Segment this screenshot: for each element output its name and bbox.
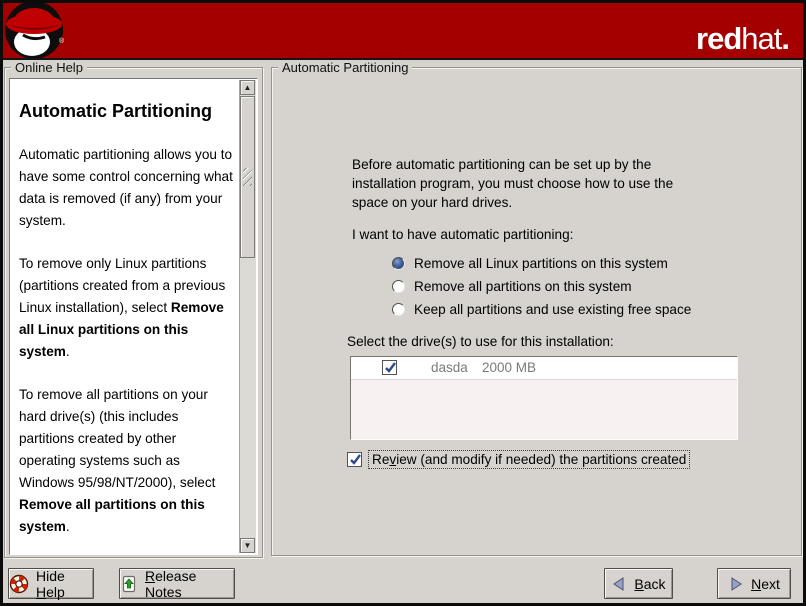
scroll-up-icon[interactable]: ▲ [240,80,255,95]
radio-remove-linux[interactable]: Remove all Linux partitions on this syst… [392,254,668,273]
brand-hat: hat [741,21,781,56]
scrollbar-grip [243,168,252,186]
radio-icon[interactable] [392,303,405,316]
online-help-legend: Online Help [11,60,87,75]
help-paragraph: To remove only Linux partitions (partiti… [19,253,234,363]
help-title: Automatic Partitioning [19,99,234,123]
help-content: Automatic Partitioning Automatic partiti… [10,79,240,554]
release-notes-label: Release Notes [145,568,234,600]
drive-checkbox[interactable] [382,360,397,375]
radio-remove-all[interactable]: Remove all partitions on this system [392,277,632,296]
installer-window: ® redhat. Online Help Automatic Partitio… [0,0,806,606]
review-partitions-checkbox-row[interactable]: Review (and modify if needed) the partit… [347,451,689,468]
brand-red: red [696,21,741,56]
hide-help-label: Hide Help [36,568,93,600]
radio-selected-icon[interactable] [392,257,405,270]
drive-select-label: Select the drive(s) to use for this inst… [347,332,614,351]
svg-text:®: ® [59,37,65,45]
next-label: Next [751,576,780,592]
help-paragraph: To remove all partitions on your hard dr… [19,384,234,538]
next-arrow-icon [728,576,744,592]
drive-list[interactable]: dasda 2000 MB [350,356,738,440]
drive-row-dasda[interactable]: dasda 2000 MB [351,357,737,380]
release-notes-icon [120,575,138,593]
redhat-wordmark: redhat. [696,23,789,54]
brand-period: . [781,21,789,56]
intro-text: Before automatic partitioning can be set… [352,155,697,212]
checkbox-check-icon [383,360,398,375]
auto-partitioning-prompt: I want to have automatic partitioning: [352,225,573,244]
scrollbar-thumb[interactable] [240,96,255,258]
back-label: Back [634,576,665,592]
online-help-frame: Online Help Automatic Partitioning Autom… [4,67,263,558]
next-button[interactable]: Next [717,568,791,599]
life-ring-icon [9,574,29,594]
help-paragraph: Automatic partitioning allows you to hav… [19,144,234,232]
drive-size: 2000 MB [482,360,536,375]
help-scrollbar[interactable]: ▲ ▼ [239,80,256,553]
help-text-view: Automatic Partitioning Automatic partiti… [9,78,258,555]
release-notes-button[interactable]: Release Notes [119,568,235,599]
automatic-partitioning-frame: Automatic Partitioning Before automatic … [271,67,802,556]
radio-icon[interactable] [392,280,405,293]
checkbox-check-icon [348,452,363,467]
back-button[interactable]: Back [604,568,673,599]
hide-help-button[interactable]: Hide Help [8,568,94,599]
scroll-down-icon[interactable]: ▼ [240,538,255,553]
drive-name: dasda [431,360,468,375]
review-checkbox[interactable] [347,452,362,467]
header-bar: ® redhat. [3,3,803,60]
review-checkbox-label[interactable]: Review (and modify if needed) the partit… [369,451,689,468]
radio-keep-all[interactable]: Keep all partitions and use existing fre… [392,300,691,319]
automatic-partitioning-legend: Automatic Partitioning [278,60,412,75]
back-arrow-icon [611,576,627,592]
redhat-shadowman-logo: ® [3,3,69,60]
